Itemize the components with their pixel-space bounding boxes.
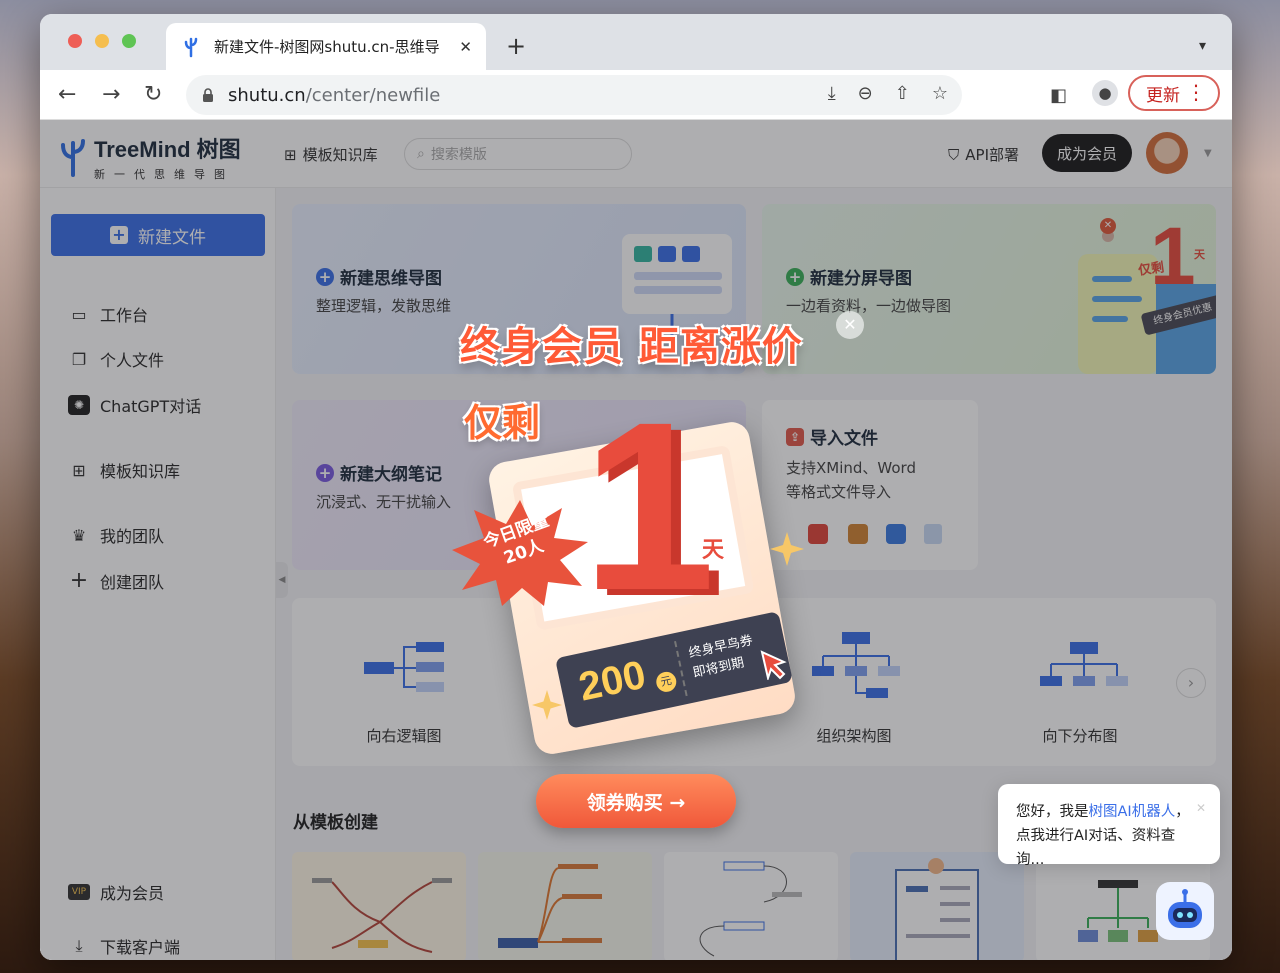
sparkle-icon: [770, 532, 804, 566]
bookmark-star-icon[interactable]: ☆: [932, 83, 948, 104]
coupon-divider: [674, 640, 688, 697]
sparkle-icon: [532, 690, 562, 720]
browser-tab[interactable]: 新建文件-树图网shutu.cn-思维导 ✕: [166, 23, 486, 70]
treemind-favicon-icon: [184, 37, 198, 57]
install-app-icon[interactable]: ⤓: [828, 83, 836, 104]
maximize-window-button[interactable]: [122, 34, 136, 48]
bot-tooltip-close-icon[interactable]: ✕: [1196, 796, 1206, 820]
new-tab-button[interactable]: +: [506, 34, 526, 58]
bot-greeting-line1: 您好，我是树图AI机器人，: [1016, 800, 1202, 824]
promo-remaining-label: 仅剩: [464, 401, 541, 445]
bot-greeting-suffix: ，: [1175, 804, 1190, 820]
bot-name: 树图AI机器人: [1088, 804, 1176, 820]
close-window-button[interactable]: [68, 34, 82, 48]
address-bar[interactable]: shutu.cn/center/newfile ⤓ ⊖ ⇧ ☆: [186, 75, 962, 115]
update-button[interactable]: 更新 ⋮: [1128, 75, 1220, 111]
profile-icon[interactable]: ●: [1092, 80, 1118, 106]
robot-icon: [1168, 889, 1202, 928]
reload-icon[interactable]: ↻: [144, 82, 162, 108]
ai-bot-avatar[interactable]: [1156, 882, 1214, 940]
coupon-amount: 200: [575, 652, 650, 710]
coupon-unit: 元: [654, 670, 679, 694]
forward-icon[interactable]: →: [102, 82, 120, 108]
promo-headline: 终身会员 距离涨价: [460, 324, 803, 370]
promo-day-unit: 天: [702, 538, 725, 563]
promo-days-number: 1: [582, 372, 716, 640]
claim-coupon-button[interactable]: 领券购买 →: [536, 774, 736, 828]
tab-search-chevron-icon[interactable]: ▾: [1199, 38, 1206, 54]
update-label: 更新: [1146, 85, 1180, 106]
bot-greeting-prefix: 您好，我是: [1016, 804, 1089, 820]
tab-bar: 新建文件-树图网shutu.cn-思维导 ✕ + ▾: [40, 14, 1232, 70]
more-menu-icon[interactable]: ⋮: [1186, 82, 1206, 102]
lock-icon: [203, 88, 213, 102]
coupon-text: 终身早鸟券 即将到期: [687, 631, 759, 684]
ai-bot-tooltip[interactable]: 您好，我是树图AI机器人， 点我进行AI对话、资料查询... ✕: [998, 784, 1220, 868]
promo-close-button[interactable]: ✕: [836, 311, 864, 339]
url-host: shutu.cn: [228, 84, 306, 106]
cursor-arrow-icon: [760, 650, 787, 680]
zoom-icon[interactable]: ⊖: [858, 83, 873, 104]
share-icon[interactable]: ⇧: [895, 83, 910, 104]
side-panel-icon[interactable]: ◧: [1050, 83, 1067, 109]
bot-greeting-line2: 点我进行AI对话、资料查询...: [1016, 828, 1176, 868]
tab-title: 新建文件-树图网shutu.cn-思维导: [214, 38, 440, 56]
url-path: /center/newfile: [305, 84, 441, 106]
back-icon[interactable]: ←: [58, 82, 76, 108]
tab-close-icon[interactable]: ✕: [459, 38, 472, 56]
minimize-window-button[interactable]: [95, 34, 109, 48]
